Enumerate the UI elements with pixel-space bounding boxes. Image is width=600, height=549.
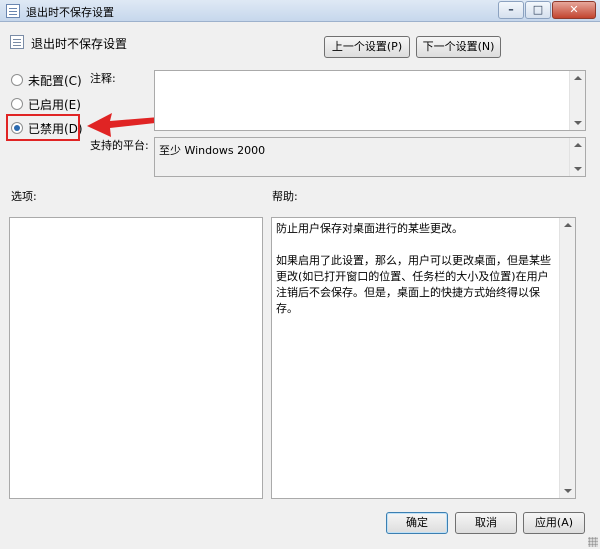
apply-button[interactable]: 应用(A) <box>523 512 585 534</box>
resize-grip-icon[interactable] <box>588 537 598 547</box>
scroll-down-icon[interactable] <box>564 489 572 493</box>
ok-button[interactable]: 确定 <box>386 512 448 534</box>
scroll-up-icon[interactable] <box>564 223 572 227</box>
scroll-up-icon[interactable] <box>574 76 582 80</box>
help-text: 防止用户保存对桌面进行的某些更改。 如果启用了此设置，那么，用户可以更改桌面，但… <box>276 221 555 333</box>
platform-label: 支持的平台: <box>90 139 149 152</box>
help-scrollbar[interactable] <box>559 218 575 498</box>
platform-scrollbar[interactable] <box>569 138 585 176</box>
help-paragraph: 防止用户保存对桌面进行的某些更改。 <box>276 222 463 235</box>
options-label: 选项: <box>11 190 37 203</box>
help-pane: 防止用户保存对桌面进行的某些更改。 如果启用了此设置，那么，用户可以更改桌面，但… <box>271 217 576 499</box>
help-label: 帮助: <box>272 190 298 203</box>
scroll-down-icon[interactable] <box>574 121 582 125</box>
cancel-button[interactable]: 取消 <box>455 512 517 534</box>
options-pane <box>9 217 263 499</box>
platform-field: 至少 Windows 2000 <box>154 137 586 177</box>
scroll-up-icon[interactable] <box>574 143 582 147</box>
help-paragraph: 如果启用了此设置，那么，用户可以更改桌面，但是某些更改(如已打开窗口的位置、任务… <box>276 254 551 315</box>
platform-value: 至少 Windows 2000 <box>159 144 266 157</box>
comment-scrollbar[interactable] <box>569 71 585 130</box>
comment-label: 注释: <box>90 72 116 85</box>
comment-textarea[interactable] <box>154 70 586 131</box>
scroll-down-icon[interactable] <box>574 167 582 171</box>
